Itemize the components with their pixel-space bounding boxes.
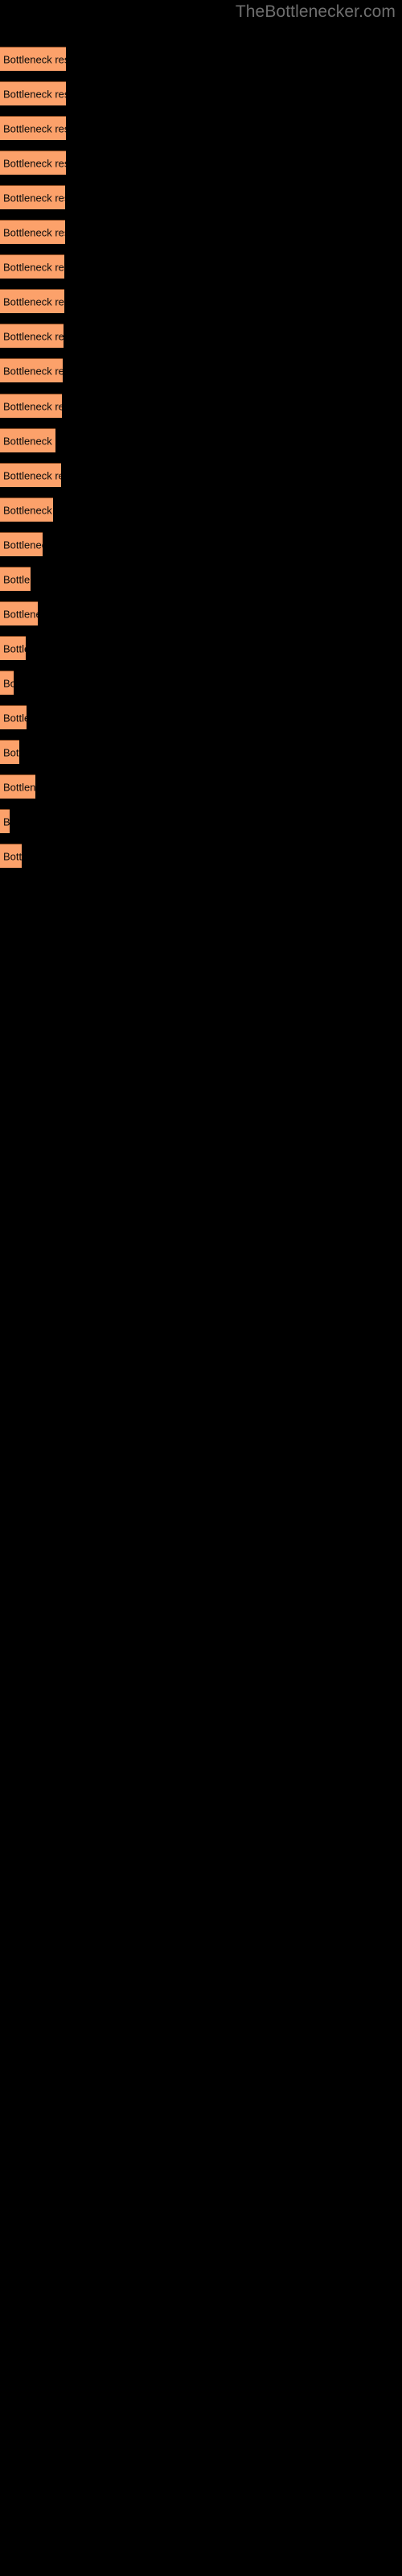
bar[interactable]: Bottleneck result: [0, 774, 35, 799]
bar-label: Bottleneck result: [3, 815, 10, 828]
bar-label: Bottleneck result: [3, 781, 35, 793]
bar-label: Bottleneck result: [3, 642, 26, 654]
bar[interactable]: Bottleneck result: [0, 601, 38, 625]
bar-label: Bottleneck result: [3, 573, 31, 585]
bar[interactable]: Bottleneck result: [0, 740, 19, 764]
bar-label: Bottleneck result: [3, 226, 65, 238]
bar-list: Bottleneck result Bottleneck result Bottle…: [0, 0, 402, 2576]
bar-label: Bottleneck result: [3, 539, 43, 551]
bar-label: Bottleneck result: [3, 295, 64, 308]
bar-label: Bottleneck result: [3, 746, 19, 758]
bar-label: Bottleneck result: [3, 192, 65, 204]
bar-label: Bottleneck result: [3, 850, 22, 862]
bar[interactable]: Bottleneck result: [0, 809, 10, 833]
bar-label: Bottleneck result: [3, 608, 38, 620]
bar-label: Bottleneck result: [3, 157, 66, 169]
bar[interactable]: Bottleneck result: [0, 636, 26, 660]
bar-label: Bottleneck result: [3, 53, 66, 65]
bar[interactable]: Bottleneck result: [0, 289, 64, 313]
bar[interactable]: Bottleneck result: [0, 394, 62, 418]
bar-label: Bottleneck result: [3, 365, 63, 377]
bar-label: Bottleneck result: [3, 261, 64, 273]
bar-label: Bottleneck result: [3, 400, 62, 412]
bar-label: Bottleneck result: [3, 122, 66, 134]
bar[interactable]: Bottleneck result: [0, 532, 43, 556]
bar[interactable]: Bottleneck result: [0, 47, 66, 71]
bar-label: Bottleneck result: [3, 435, 55, 447]
bar[interactable]: Bottleneck result: [0, 705, 27, 729]
bar[interactable]: Bottleneck result: [0, 463, 61, 487]
bar[interactable]: Bottleneck result: [0, 116, 66, 140]
bar[interactable]: Bottleneck result: [0, 497, 53, 522]
bar-label: Bottleneck result: [3, 712, 27, 724]
bar-label: Bottleneck result: [3, 677, 14, 689]
bar[interactable]: Bottleneck result: [0, 324, 64, 348]
bar[interactable]: Bottleneck result: [0, 358, 63, 382]
bar[interactable]: Bottleneck result: [0, 81, 66, 105]
bar-label: Bottleneck result: [3, 504, 53, 516]
bar-label: Bottleneck result: [3, 330, 64, 342]
bar[interactable]: Bottleneck result: [0, 428, 55, 452]
bar[interactable]: Bottleneck result: [0, 844, 22, 868]
bar-label: Bottleneck result: [3, 88, 66, 100]
bar[interactable]: Bottleneck result: [0, 185, 65, 209]
bottleneck-chart: TheBottlenecker.com Bottleneck resultBot…: [0, 0, 402, 2576]
bar[interactable]: Bottleneck result: [0, 567, 31, 591]
bar-label: Bottleneck result: [3, 469, 61, 481]
bar[interactable]: Bottleneck result: [0, 220, 65, 244]
bar[interactable]: Bottleneck result: [0, 151, 66, 175]
bar[interactable]: Bottleneck result: [0, 671, 14, 695]
bar[interactable]: Bottleneck result: [0, 254, 64, 279]
